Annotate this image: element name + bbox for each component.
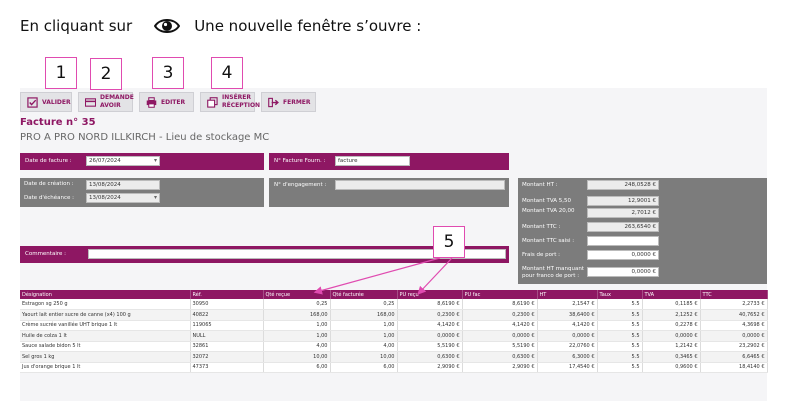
credit-card-icon [85, 97, 96, 107]
col-pu-recu[interactable]: PU reçu [397, 290, 463, 299]
totals-panel: Montant HT : 248,0528 € Montant TVA 5,50… [518, 178, 767, 284]
frais-port-input[interactable]: 0,0000 € [587, 250, 659, 260]
montant-ht-value: 248,0528 € [587, 180, 659, 190]
date-creation-input[interactable]: 13/08/2024 [86, 180, 160, 190]
tva-20-label: Montant TVA 20,00 [522, 208, 575, 214]
col-qte-recue[interactable]: Qté reçue [263, 290, 331, 299]
col-ht[interactable]: HT [537, 290, 598, 299]
montant-ttc-saisi-input[interactable] [587, 236, 659, 246]
date-facture-input[interactable]: 26/07/2024 ▾ [86, 156, 160, 166]
montant-ttc-value: 263,6540 € [587, 222, 659, 232]
printer-icon [146, 96, 157, 108]
valider-button[interactable]: VALIDER [20, 92, 72, 112]
callout-4: 4 [211, 57, 243, 89]
num-facture-input[interactable]: facture [335, 156, 410, 166]
num-facture-label: N° Facture Fourn. : [274, 158, 326, 164]
fermer-button[interactable]: FERMER [261, 92, 316, 112]
engagement-panel: N° d'engagement : [269, 178, 509, 207]
table-row[interactable]: Crème sucrée vanillée UHT brique 1 lt 119… [20, 320, 768, 331]
franco-value: 0,0000 € [587, 267, 659, 277]
inserer-reception-button[interactable]: INSÉRER RÉCEPTION [200, 92, 260, 112]
intro-suffix: Une nouvelle fenêtre s’ouvre : [194, 17, 422, 35]
table-row[interactable]: Estragon sg 250 g 30950 0,25 0,25 8,6190 €… [20, 299, 768, 310]
tva-20-value: 2,7012 € [587, 208, 659, 218]
editer-button[interactable]: EDITER [139, 92, 194, 112]
intro-line: En cliquant sur Une nouvelle fenêtre s’o… [20, 14, 421, 38]
num-facture-row: N° Facture Fourn. : facture [269, 153, 509, 170]
tva-55-value: 12,9001 € [587, 196, 659, 206]
chevron-down-icon: ▾ [153, 157, 157, 164]
col-designation[interactable]: Désignation [20, 290, 191, 299]
toolbar: VALIDER DEMANDE AVOIR EDITER INSÉRER RÉCEP… [20, 92, 316, 114]
invoice-title: Facture n° 35 [20, 117, 96, 128]
tva-55-label: Montant TVA 5,50 [522, 198, 572, 204]
callout-1: 1 [45, 57, 77, 89]
montant-ht-label: Montant HT : [522, 182, 558, 188]
franco-label: Montant HT manquant pour franco de port : [522, 266, 584, 279]
date-facture-row: Date de facture : 26/07/2024 ▾ [20, 153, 264, 170]
date-echeance-label: Date d'échéance : [24, 195, 75, 201]
table-row[interactable]: Sauce salade bidon 5 lt 32861 4,00 4,00 5,… [20, 341, 768, 352]
date-echeance-input[interactable]: 13/08/2024 ▾ [86, 193, 160, 203]
montant-ttc-label: Montant TTC : [522, 224, 561, 230]
eye-icon [154, 16, 181, 36]
col-ttc[interactable]: TTC [700, 290, 768, 299]
frais-port-label: Frais de port : [522, 252, 561, 258]
table-row[interactable]: Huile de colza 1 lt NULL 1,00 1,00 0,0000 … [20, 330, 768, 342]
callout-2: 2 [90, 58, 122, 90]
invoice-window: VALIDER DEMANDE AVOIR EDITER INSÉRER RÉCEP… [20, 88, 768, 401]
table-header-row: Désignation Réf. Qté reçue Qté facturée … [20, 290, 768, 299]
table-row[interactable]: Jus d'orange brique 1 lt 47373 6,00 6,00 2… [20, 362, 768, 373]
col-taux[interactable]: Taux [597, 290, 643, 299]
supplier-subtitle: PRO A PRO NORD ILLKIRCH - Lieu de stocka… [20, 132, 270, 143]
dates-panel: Date de création : 13/08/2024 Date d'éch… [20, 178, 264, 207]
check-square-icon [27, 96, 38, 108]
col-tva[interactable]: TVA [642, 290, 701, 299]
exit-arrow-icon [268, 97, 279, 107]
montant-ttc-saisi-label: Montant TTC saisi : [522, 238, 575, 244]
table-row[interactable]: Yaourt lait entier sucre de canne (x4) 1… [20, 309, 768, 321]
copy-icon [207, 96, 218, 108]
invoice-lines-table: Désignation Réf. Qté reçue Qté facturée … [20, 290, 768, 373]
date-creation-label: Date de création : [24, 181, 74, 187]
engagement-label: N° d'engagement : [274, 182, 327, 188]
callout-3: 3 [152, 57, 184, 89]
table-row[interactable]: Sel gros 1 kg 32072 10,00 10,00 0,6300 €0,… [20, 351, 768, 363]
callout-5: 5 [433, 226, 465, 258]
intro-prefix: En cliquant sur [20, 17, 133, 35]
chevron-down-icon: ▾ [153, 194, 157, 201]
col-ref[interactable]: Réf. [190, 290, 264, 299]
demande-avoir-button[interactable]: DEMANDE AVOIR [78, 92, 134, 112]
date-facture-label: Date de facture : [25, 158, 72, 164]
col-qte-facturee[interactable]: Qté facturée [330, 290, 398, 299]
col-pu-fac[interactable]: PU fac [462, 290, 538, 299]
engagement-input[interactable] [335, 180, 505, 190]
commentaire-label: Commentaire : [25, 251, 66, 257]
